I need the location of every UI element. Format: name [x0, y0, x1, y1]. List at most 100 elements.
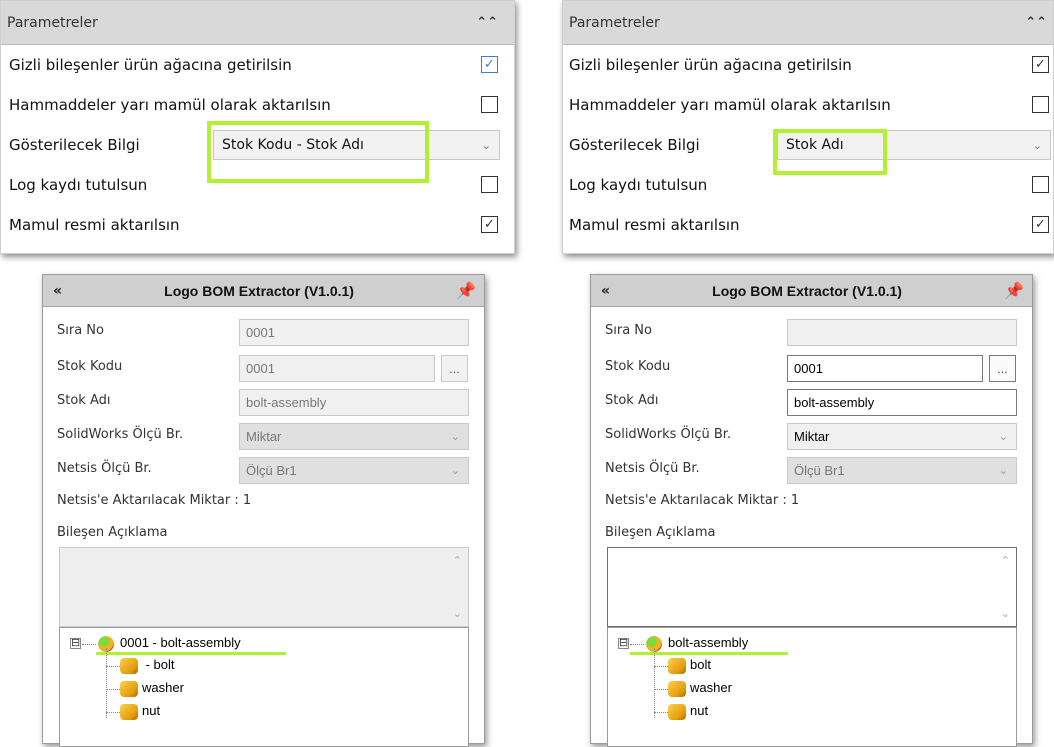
- sira-no-label: Sıra No: [57, 323, 104, 338]
- tree-node-label[interactable]: nut: [690, 703, 708, 718]
- param-row-display-info: Gösterilecek Bilgi Stok Kodu - Stok Adı …: [1, 125, 514, 165]
- product-image-checkbox[interactable]: ✓: [1032, 216, 1049, 233]
- param-label: Hammaddeler yarı mamül olarak aktarılsın: [9, 96, 331, 114]
- hidden-components-checkbox[interactable]: ✓: [481, 56, 498, 73]
- sira-no-input[interactable]: [787, 319, 1017, 346]
- param-label: Mamul resmi aktarılsın: [9, 216, 180, 234]
- param-label: Mamul resmi aktarılsın: [569, 216, 740, 234]
- bom-extractor-window-left: « Logo BOM Extractor (V1.0.1) 📌 Sıra No …: [42, 274, 485, 747]
- checkmark-icon: ✓: [484, 217, 495, 232]
- double-chevron-up-icon[interactable]: ⌃⌃: [1025, 16, 1047, 29]
- browse-button[interactable]: ...: [989, 355, 1016, 382]
- select-value: Stok Adı: [786, 137, 844, 153]
- description-label: Bileşen Açıklama: [605, 525, 716, 540]
- parameters-title: Parametreler: [569, 14, 660, 31]
- tree-node-label[interactable]: washer: [142, 680, 184, 695]
- scroll-down-arrow-icon[interactable]: ⌄: [1001, 607, 1010, 620]
- window-title: Logo BOM Extractor (V1.0.1): [164, 282, 354, 299]
- param-row-raw-materials: Hammaddeler yarı mamül olarak aktarılsın: [1, 85, 514, 125]
- tree-expander[interactable]: ⊟: [70, 638, 81, 649]
- param-row-product-image: Mamul resmi aktarılsın ✓: [563, 205, 1053, 245]
- param-row-log: Log kaydı tutulsun: [1, 165, 514, 205]
- netsis-unit-select[interactable]: Ölçü Br1 ⌄: [787, 457, 1017, 484]
- sira-no-label: Sıra No: [605, 323, 652, 338]
- checkmark-icon: ✓: [1035, 57, 1046, 72]
- param-row-hidden-components: Gizli bileşenler ürün ağacına getirilsin…: [563, 45, 1053, 85]
- chevron-down-icon: ⌄: [450, 431, 460, 443]
- stok-kodu-input[interactable]: 0001: [787, 355, 983, 382]
- display-info-select[interactable]: Stok Adı ⌄: [777, 130, 1051, 160]
- description-textarea[interactable]: ⌃ ⌄: [607, 547, 1017, 627]
- raw-materials-checkbox[interactable]: [481, 96, 498, 113]
- solidworks-unit-label: SolidWorks Ölçü Br.: [605, 427, 732, 442]
- scroll-up-arrow-icon[interactable]: ⌃: [1001, 554, 1010, 567]
- tree-node-label[interactable]: bolt: [690, 657, 711, 672]
- tree-node-label[interactable]: washer: [690, 680, 732, 695]
- tree-expander[interactable]: ⊟: [618, 638, 629, 649]
- param-label: Gösterilecek Bilgi: [569, 136, 700, 154]
- chevron-down-icon: ⌄: [481, 138, 491, 152]
- solidworks-unit-select[interactable]: Miktar ⌄: [239, 423, 469, 450]
- display-info-select[interactable]: Stok Kodu - Stok Adı ⌄: [213, 130, 500, 160]
- window-title: Logo BOM Extractor (V1.0.1): [712, 282, 902, 299]
- param-label: Hammaddeler yarı mamül olarak aktarılsın: [569, 96, 891, 114]
- parameters-title: Parametreler: [7, 14, 98, 31]
- window-titlebar: « Logo BOM Extractor (V1.0.1) 📌: [591, 275, 1032, 307]
- param-label: Log kaydı tutulsun: [9, 176, 148, 194]
- netsis-unit-select[interactable]: Ölçü Br1 ⌄: [239, 457, 469, 484]
- chevron-down-icon: ⌄: [998, 465, 1008, 477]
- quantity-text: Netsis'e Aktarılacak Miktar : 1: [605, 493, 800, 508]
- tree-root-label[interactable]: 0001 - bolt-assembly: [120, 635, 241, 650]
- netsis-unit-label: Netsis Ölçü Br.: [605, 461, 700, 476]
- scroll-down-arrow-icon[interactable]: ⌄: [453, 607, 462, 620]
- param-row-display-info: Gösterilecek Bilgi Stok Adı ⌄: [563, 125, 1053, 165]
- scroll-up-arrow-icon[interactable]: ⌃: [453, 554, 462, 567]
- param-label: Log kaydı tutulsun: [569, 176, 708, 194]
- netsis-unit-label: Netsis Ölçü Br.: [57, 461, 152, 476]
- quantity-text: Netsis'e Aktarılacak Miktar : 1: [57, 493, 252, 508]
- log-checkbox[interactable]: [1032, 176, 1049, 193]
- stok-adi-input[interactable]: bolt-assembly: [239, 389, 469, 416]
- parameters-panel-left: Parametreler ⌃⌃ Gizli bileşenler ürün ağ…: [0, 0, 515, 254]
- tree-root-label[interactable]: bolt-assembly: [668, 635, 748, 650]
- tree-node-label[interactable]: - bolt: [142, 657, 175, 672]
- param-row-raw-materials: Hammaddeler yarı mamül olarak aktarılsın: [563, 85, 1053, 125]
- solidworks-unit-select[interactable]: Miktar ⌄: [787, 423, 1017, 450]
- stok-adi-input[interactable]: bolt-assembly: [787, 389, 1017, 416]
- parameters-panel-right: Parametreler ⌃⌃ Gizli bileşenler ürün ağ…: [562, 0, 1054, 254]
- sira-no-input[interactable]: 0001: [239, 319, 469, 346]
- parameters-header[interactable]: Parametreler ⌃⌃: [1, 1, 514, 45]
- double-chevron-up-icon[interactable]: ⌃⌃: [476, 16, 498, 29]
- stok-kodu-label: Stok Kodu: [57, 359, 123, 374]
- browse-button[interactable]: ...: [441, 355, 468, 382]
- raw-materials-checkbox[interactable]: [1032, 96, 1049, 113]
- stok-kodu-input[interactable]: 0001: [239, 355, 435, 382]
- param-label: Gizli bileşenler ürün ağacına getirilsin: [569, 56, 852, 74]
- chevron-down-icon: ⌄: [998, 431, 1008, 443]
- double-chevron-left-icon[interactable]: «: [53, 283, 62, 299]
- description-label: Bileşen Açıklama: [57, 525, 168, 540]
- window-titlebar: « Logo BOM Extractor (V1.0.1) 📌: [43, 275, 484, 307]
- part-icon: [120, 658, 138, 674]
- checkmark-icon: ✓: [1035, 217, 1046, 232]
- param-label: Gizli bileşenler ürün ağacına getirilsin: [9, 56, 292, 74]
- part-icon: [668, 704, 686, 720]
- select-value: Ölçü Br1: [246, 463, 297, 478]
- highlight-underline: [96, 652, 286, 655]
- tree-node-label[interactable]: nut: [142, 703, 160, 718]
- parameters-header[interactable]: Parametreler ⌃⌃: [563, 1, 1053, 45]
- stok-adi-label: Stok Adı: [57, 393, 111, 408]
- hidden-components-checkbox[interactable]: ✓: [1032, 56, 1049, 73]
- part-icon: [120, 704, 138, 720]
- double-chevron-left-icon[interactable]: «: [601, 283, 610, 299]
- param-row-product-image: Mamul resmi aktarılsın ✓: [1, 205, 514, 245]
- pin-icon[interactable]: 📌: [1004, 281, 1024, 300]
- part-icon: [668, 658, 686, 674]
- chevron-down-icon: ⌄: [450, 465, 460, 477]
- select-value: Miktar: [246, 429, 282, 444]
- pin-icon[interactable]: 📌: [456, 281, 476, 300]
- product-image-checkbox[interactable]: ✓: [481, 216, 498, 233]
- log-checkbox[interactable]: [481, 176, 498, 193]
- solidworks-unit-label: SolidWorks Ölçü Br.: [57, 427, 184, 442]
- description-textarea[interactable]: ⌃ ⌄: [59, 547, 469, 627]
